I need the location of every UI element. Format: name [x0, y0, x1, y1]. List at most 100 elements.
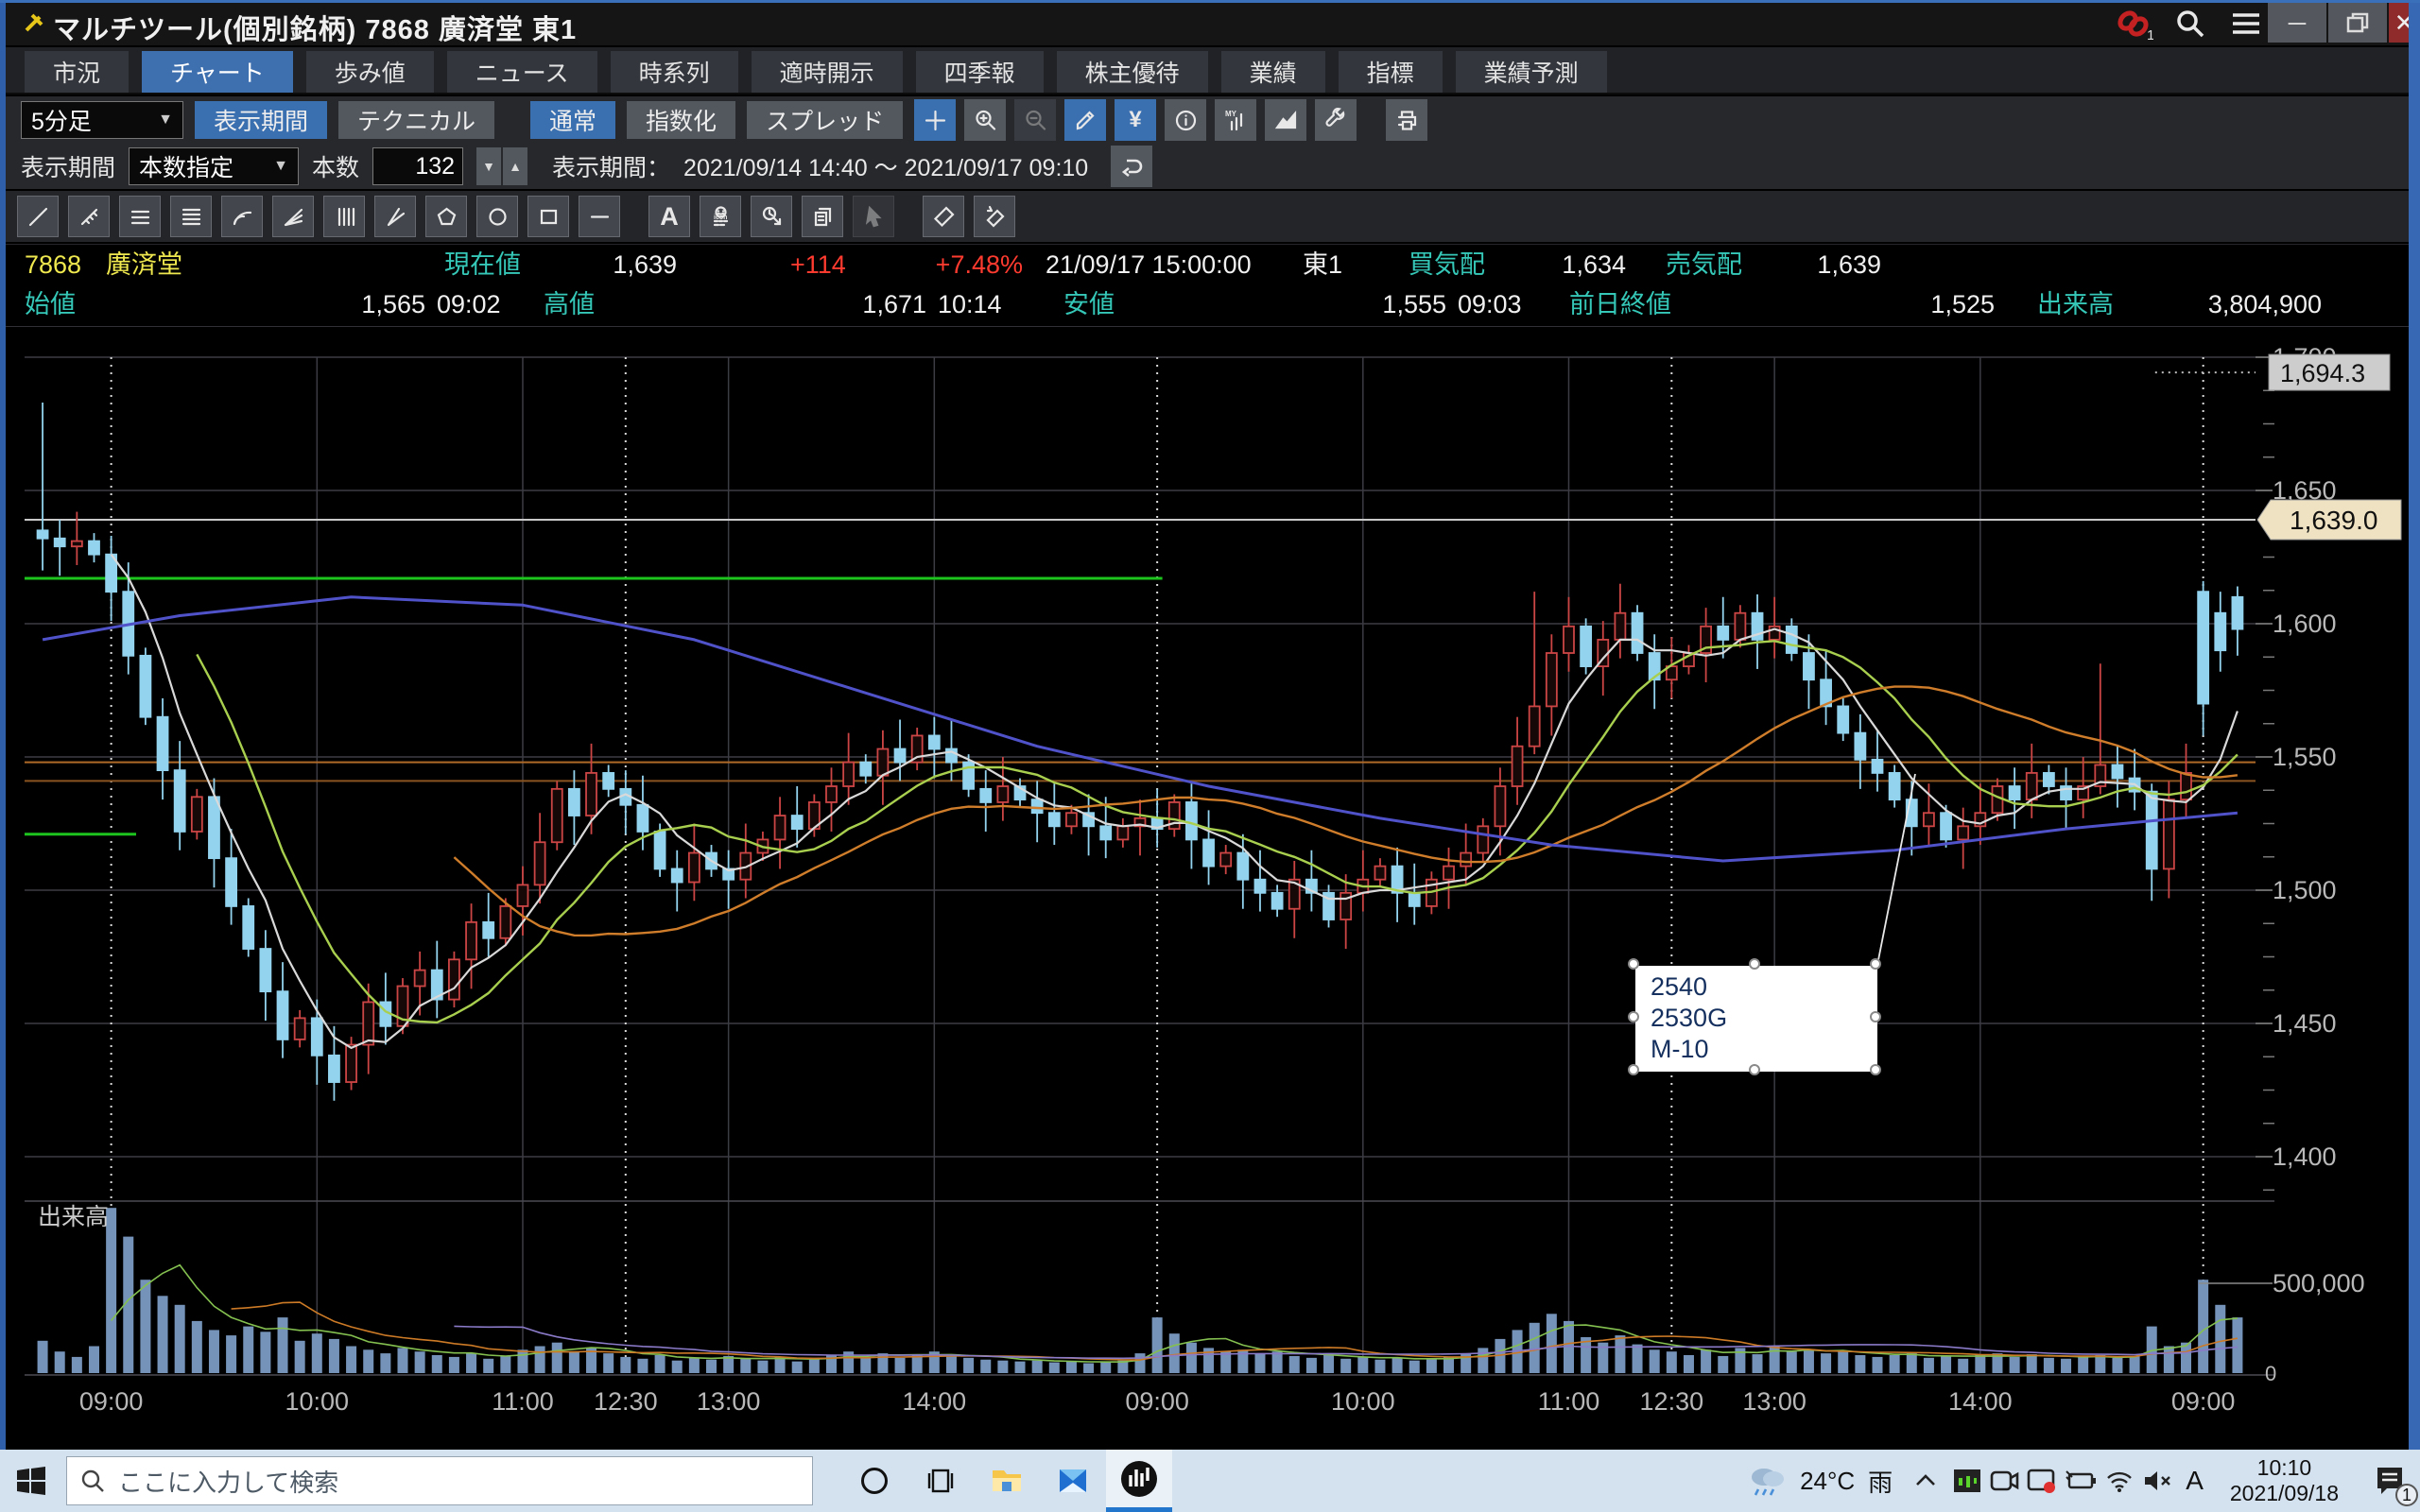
- current-price-label: 現在値: [444, 245, 521, 284]
- count-input[interactable]: 132: [372, 147, 463, 185]
- file-explorer-button[interactable]: [974, 1450, 1040, 1512]
- crosshair-button[interactable]: [914, 99, 956, 141]
- count-increment[interactable]: ▲: [503, 147, 527, 185]
- tab-6[interactable]: 四季報: [916, 51, 1044, 93]
- volume-muted-icon[interactable]: [2142, 1469, 2172, 1493]
- draw-tool-ellipse[interactable]: [476, 196, 518, 237]
- toolbar-button-4[interactable]: スプレッド: [747, 101, 903, 139]
- annotation-handle[interactable]: [1628, 1064, 1639, 1075]
- tab-chart[interactable]: チャート: [142, 51, 293, 93]
- svg-text:1,600: 1,600: [2273, 610, 2337, 638]
- weather-icon[interactable]: [1747, 1465, 1787, 1497]
- cortana-button[interactable]: [841, 1450, 908, 1512]
- tab-3[interactable]: ニュース: [447, 51, 597, 93]
- taskbar-clock[interactable]: 10:10 2021/09/18: [2230, 1455, 2339, 1506]
- tab-5[interactable]: 適時開示: [752, 51, 903, 93]
- draw-tool-rect[interactable]: [527, 196, 569, 237]
- chart-area[interactable]: 1,4001,4501,5001,5501,6001,6501,70009:00…: [6, 326, 2409, 1450]
- minimize-button[interactable]: ─: [2268, 3, 2326, 43]
- prev-close: 1,525: [1881, 284, 1995, 324]
- svg-text:10:00: 10:00: [285, 1387, 350, 1416]
- screen-share-icon[interactable]: [2027, 1468, 2057, 1494]
- tab-0[interactable]: 市況: [25, 51, 129, 93]
- draw-tool-text[interactable]: A: [648, 196, 690, 237]
- wrench-button[interactable]: [1315, 99, 1357, 141]
- interval-dropdown[interactable]: 5分足▼: [21, 101, 183, 139]
- reset-period-button[interactable]: [1111, 146, 1152, 187]
- svg-text:10:00: 10:00: [1331, 1387, 1395, 1416]
- count-decrement[interactable]: ▼: [476, 147, 501, 185]
- weather-condition[interactable]: 雨: [1868, 1464, 1898, 1499]
- wifi-icon[interactable]: [2104, 1469, 2135, 1493]
- volume-label: 出来高: [2037, 284, 2114, 324]
- tray-expand-icon[interactable]: [1913, 1471, 1938, 1490]
- draw-tool-timestamp[interactable]: [751, 196, 792, 237]
- draw-tool-eraser[interactable]: [923, 196, 964, 237]
- weather-temp[interactable]: 24°C: [1794, 1467, 1860, 1496]
- draw-tool-hand[interactable]: [853, 196, 894, 237]
- tab-4[interactable]: 時系列: [611, 51, 738, 93]
- tab-9[interactable]: 指標: [1339, 51, 1443, 93]
- ime-indicator[interactable]: A: [2180, 1466, 2209, 1496]
- draw-tool-hlines4[interactable]: [170, 196, 212, 237]
- notification-button[interactable]: 1: [2360, 1450, 2420, 1512]
- draw-tool-vlines[interactable]: [323, 196, 365, 237]
- zoom-out-button[interactable]: [1014, 99, 1056, 141]
- tab-10[interactable]: 業績予測: [1456, 51, 1607, 93]
- zoom-in-button[interactable]: [964, 99, 1006, 141]
- tab-2[interactable]: 歩み値: [306, 51, 434, 93]
- search-icon[interactable]: [2174, 8, 2206, 40]
- annotation-handle[interactable]: [1628, 1011, 1639, 1022]
- candlestick-chart[interactable]: 1,4001,4501,5001,5501,6001,6501,70009:00…: [6, 327, 2409, 1450]
- mail-button[interactable]: [1040, 1450, 1106, 1512]
- draw-tool-arc[interactable]: [221, 196, 263, 237]
- toolbar-button-0[interactable]: 表示期間: [195, 101, 327, 139]
- svg-text:1,450: 1,450: [2273, 1009, 2337, 1038]
- draw-tool-stamp[interactable]: icon: [700, 196, 741, 237]
- draw-tool-ruler[interactable]: [68, 196, 110, 237]
- restore-button[interactable]: [2328, 3, 2387, 43]
- annotation-handle[interactable]: [1870, 1064, 1881, 1075]
- taskbar-search-input[interactable]: ここに入力して検索: [66, 1456, 813, 1505]
- yen-button[interactable]: ¥: [1115, 99, 1156, 141]
- draw-tool-angle[interactable]: [374, 196, 416, 237]
- svg-text:1,639.0: 1,639.0: [2290, 506, 2377, 535]
- print-button[interactable]: [1386, 99, 1427, 141]
- toolbar-button-3[interactable]: 指数化: [627, 101, 735, 139]
- tab-8[interactable]: 業績: [1221, 51, 1325, 93]
- period-label: 表示期間：: [552, 149, 670, 183]
- link-icon[interactable]: 1: [2116, 8, 2153, 42]
- camera-icon[interactable]: [1989, 1468, 2019, 1494]
- pencil-button[interactable]: [1064, 99, 1106, 141]
- draw-tool-pentagon[interactable]: [425, 196, 467, 237]
- draw-tool-copy[interactable]: [802, 196, 843, 237]
- count-label: 本数: [312, 149, 359, 183]
- draw-tool-eraser-all[interactable]: [974, 196, 1015, 237]
- my-chart-button[interactable]: MY: [1215, 99, 1256, 141]
- start-button[interactable]: [0, 1450, 62, 1512]
- draw-tool-trendline[interactable]: [17, 196, 59, 237]
- draw-tool-fan[interactable]: [272, 196, 314, 237]
- fan-icon: [281, 204, 306, 230]
- toolbar-button-1[interactable]: テクニカル: [338, 101, 494, 139]
- area-chart-button[interactable]: [1265, 99, 1306, 141]
- chart-annotation-box[interactable]: 2540 2530G M-10: [1635, 966, 1877, 1072]
- draw-tool-hlines3[interactable]: [119, 196, 161, 237]
- menu-icon[interactable]: [2229, 9, 2263, 38]
- tab-7[interactable]: 株主優待: [1057, 51, 1208, 93]
- info-button[interactable]: [1165, 99, 1206, 141]
- draw-tool-hline[interactable]: [579, 196, 620, 237]
- period-mode-dropdown[interactable]: 本数指定▼: [129, 147, 299, 185]
- annotation-handle[interactable]: [1628, 958, 1639, 970]
- annotation-handle[interactable]: [1870, 1011, 1881, 1022]
- battery-icon[interactable]: [2065, 1469, 2097, 1492]
- annotation-handle[interactable]: [1749, 1064, 1760, 1075]
- tray-app-icon[interactable]: [1953, 1467, 1981, 1495]
- annotation-line: 2540: [1651, 971, 1877, 1003]
- annotation-handle[interactable]: [1870, 958, 1881, 970]
- svg-text:MY: MY: [1225, 110, 1237, 118]
- trading-app-button[interactable]: [1106, 1450, 1172, 1512]
- toolbar-button-2[interactable]: 通常: [530, 101, 615, 139]
- task-view-button[interactable]: [908, 1450, 974, 1512]
- annotation-handle[interactable]: [1749, 958, 1760, 970]
